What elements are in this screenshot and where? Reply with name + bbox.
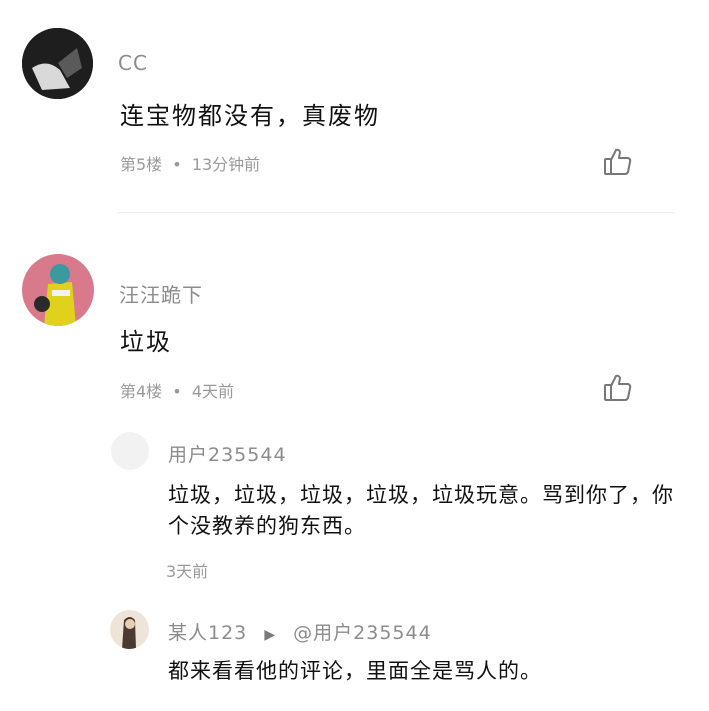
comment-time: 4天前 <box>191 382 234 401</box>
reply-time: 3天前 <box>166 562 209 581</box>
thumbs-up-icon <box>604 148 632 175</box>
comment-username[interactable]: CC <box>118 51 148 75</box>
comment-text: 垃圾 <box>120 328 172 356</box>
reply-text: 垃圾，垃圾，垃圾，垃圾，垃圾玩意。骂到你了，你个没教养的狗东西。 <box>168 483 674 538</box>
floor-number: 第5楼 <box>120 155 163 174</box>
comment-meta: 第4楼 • 4天前 <box>120 378 234 402</box>
comment-username[interactable]: 汪汪跪下 <box>119 279 203 308</box>
comment-text: 连宝物都没有，真废物 <box>120 102 380 130</box>
play-triangle-icon: ▶ <box>264 627 277 643</box>
reply-to-username[interactable]: @用户235544 <box>293 622 432 644</box>
comment-divider <box>118 212 674 213</box>
comment-time: 13分钟前 <box>191 155 261 174</box>
avatar-cc[interactable] <box>22 28 93 99</box>
thumbs-up-icon <box>604 374 632 401</box>
floor-number: 第4楼 <box>120 382 163 401</box>
like-button[interactable] <box>602 146 634 178</box>
avatar-mouren123[interactable] <box>110 610 149 649</box>
comment-meta: 第5楼 • 13分钟前 <box>120 151 260 175</box>
avatar-user235544[interactable] <box>111 432 149 470</box>
reply-header: 某人123 ▶ @用户235544 <box>168 618 432 645</box>
reply-text: 都来看看他的评论，里面全是骂人的。 <box>168 659 542 683</box>
avatar-wangwang[interactable] <box>22 254 94 326</box>
meta-separator: • <box>172 382 182 401</box>
reply-username[interactable]: 用户235544 <box>168 440 287 467</box>
like-button[interactable] <box>602 372 634 404</box>
reply-username[interactable]: 某人123 <box>168 622 247 644</box>
meta-separator: • <box>172 155 182 174</box>
